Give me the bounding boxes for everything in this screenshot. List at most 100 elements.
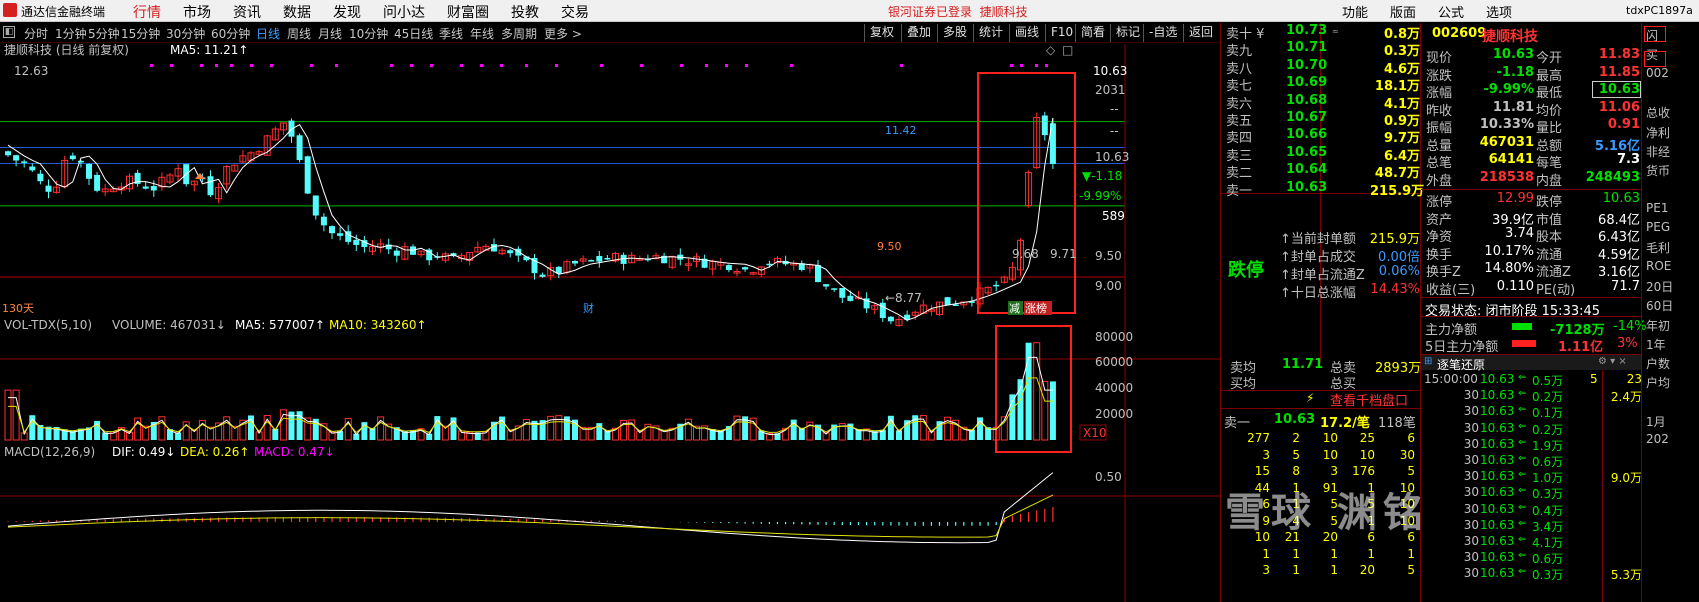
menu-6[interactable]: 财富圈 — [447, 2, 489, 22]
menu-right-1[interactable]: 版面 — [1390, 2, 1416, 21]
quote2-label-a-3: 换手 — [1426, 247, 1453, 263]
menu-3[interactable]: 数据 — [283, 2, 311, 22]
timeframe-10[interactable]: 45日线 — [394, 25, 433, 42]
event-marker-3 — [215, 64, 218, 67]
level-968-label: 9.68 — [1012, 247, 1039, 261]
menu-right-3[interactable]: 选项 — [1486, 2, 1512, 21]
tick-price-11: 10.63 — [1480, 550, 1515, 565]
candle-body — [823, 284, 830, 287]
level-950-label: 9.50 — [877, 240, 902, 253]
tag-zhangbang: 涨榜 — [1025, 301, 1047, 315]
vol-axis-label-1: 60000 — [1095, 355, 1133, 369]
menu-0[interactable]: 行情 — [133, 2, 161, 22]
tick-arrow-2: ⇐ — [1518, 404, 1527, 416]
far-label-12: ROE — [1646, 258, 1672, 273]
order-sell-name-4: 卖六 — [1226, 96, 1253, 112]
far-label-13: 20日 — [1646, 279, 1674, 294]
queue-cell-8-0: 3 — [1262, 563, 1270, 577]
toolbar-button-4[interactable]: 画线 — [1009, 24, 1044, 42]
tick-time-11: 30 — [1463, 550, 1479, 565]
window-icon: □ — [1062, 44, 1073, 57]
toolbar-button-7[interactable]: 标记 — [1110, 24, 1145, 42]
seal-label-3: ↑十日总涨幅 — [1280, 286, 1356, 301]
macd-dea-value: DEA: 0.26↑ — [180, 445, 249, 459]
queue-cell-7-1: 1 — [1292, 546, 1300, 561]
timeframe-2[interactable]: 5分钟 — [88, 25, 120, 42]
quote-label-b-4: 量比 — [1536, 121, 1563, 136]
quote-value-b-5: 5.16亿 — [1594, 138, 1640, 154]
toolbar-button-9[interactable]: 返回 — [1183, 24, 1218, 42]
candle-body — [831, 288, 838, 290]
tick-time-12: 30 — [1463, 566, 1479, 581]
quote-value-a-6: 64141 — [1488, 152, 1534, 167]
toolbar-button-2[interactable]: 多股 — [937, 24, 972, 42]
watermark: 雪球 渊铭 — [1225, 490, 1429, 536]
tick-vol-6: 1.0万 — [1532, 471, 1564, 486]
order-sell-vol-6: 9.7万 — [1383, 131, 1420, 147]
vol-value: VOLUME: 467031↓ — [112, 318, 226, 332]
finance-marker: 财 — [583, 301, 594, 315]
main5-bar — [1512, 340, 1536, 347]
menu-right-2[interactable]: 公式 — [1438, 2, 1464, 21]
timeframe-4[interactable]: 30分钟 — [166, 25, 205, 42]
menu-2[interactable]: 资讯 — [233, 2, 261, 22]
timeframe-13[interactable]: 多周期 — [501, 25, 537, 42]
quote-divider-3 — [1421, 316, 1641, 317]
timeframe-11[interactable]: 季线 — [439, 25, 463, 42]
timeframe-3[interactable]: 15分钟 — [121, 25, 160, 42]
timeframe-8[interactable]: 月线 — [318, 25, 342, 42]
candle-body — [815, 265, 821, 283]
toolbar-button-5[interactable]: F10 — [1045, 24, 1078, 42]
timeframe-12[interactable]: 年线 — [470, 25, 494, 42]
menu-4[interactable]: 发现 — [333, 2, 361, 22]
tick-count-0: 5 — [1590, 372, 1598, 386]
menu-7[interactable]: 投教 — [511, 2, 539, 22]
toolbar-button-8[interactable]: -自选 — [1143, 24, 1182, 42]
toolbar-button-3[interactable]: 统计 — [973, 24, 1008, 42]
far-label-6: 非经 — [1646, 144, 1671, 159]
quote2-value-a-1: 39.9亿 — [1492, 212, 1534, 228]
quote2-label-a-2: 净资 — [1426, 230, 1453, 245]
quote2-label-b-3: 流通 — [1536, 247, 1563, 263]
tick-vol-7: 0.3万 — [1532, 487, 1564, 502]
quote-value-a-0: 10.63 — [1492, 47, 1534, 62]
queue-cell-1-0: 3 — [1262, 447, 1270, 462]
vol-indicator-name: VOL-TDX(5,10) — [4, 318, 92, 332]
timeframe-5[interactable]: 60分钟 — [211, 25, 250, 42]
price-axis-label-2: -- — [1110, 102, 1119, 116]
tick-vol-2: 0.1万 — [1532, 406, 1564, 421]
view-qiandang-button[interactable]: 查看千档盘口 — [1330, 390, 1408, 409]
order-sell-vol-4: 4.1万 — [1383, 96, 1420, 112]
menu-right-0[interactable]: 功能 — [1342, 2, 1368, 21]
chart-menu-icon[interactable]: ◧ — [3, 26, 15, 38]
toolbar-button-0[interactable]: 复权 — [864, 24, 899, 42]
far-label-9: PE1 — [1646, 200, 1669, 215]
tick-price-9: 10.63 — [1480, 517, 1515, 532]
candle-body — [952, 304, 959, 306]
menu-5[interactable]: 问小达 — [383, 2, 425, 22]
tick-arrow-1: ⇐ — [1518, 388, 1527, 400]
tick-price-3: 10.63 — [1480, 420, 1515, 435]
event-marker-12 — [460, 64, 463, 67]
timeframe-14[interactable]: 更多 > — [544, 25, 582, 42]
quote2-value-b-1: 68.4亿 — [1598, 212, 1640, 228]
candle-body — [329, 226, 335, 234]
broker-status[interactable]: 银河证券已登录 捷顺科技 — [888, 3, 1028, 20]
toolbar-button-1[interactable]: 叠加 — [901, 24, 936, 42]
candle-body — [944, 297, 951, 306]
timeframe-6[interactable]: 日线 — [256, 25, 280, 42]
low-price-label: ←8.77 — [885, 291, 922, 305]
tick-price-0: 10.63 — [1480, 372, 1515, 386]
timeframe-1[interactable]: 1分钟 — [55, 25, 87, 42]
toolbar-button-6[interactable]: 简看 — [1075, 24, 1110, 42]
menu-8[interactable]: 交易 — [561, 2, 589, 22]
chart-area[interactable]: 捷顺科技 (日线 前复权) MA5: 11.21↑ 12.63 11.42 9.50 9.… — [0, 44, 1220, 602]
menu-1[interactable]: 市场 — [183, 2, 211, 22]
event-marker-18 — [640, 64, 643, 67]
timeframe-0[interactable]: 分时 — [24, 25, 48, 42]
timeframe-7[interactable]: 周线 — [287, 25, 311, 42]
dif-line — [7, 472, 1054, 544]
timeframe-9[interactable]: 10分钟 — [349, 25, 388, 42]
quote-value-b-1: 11.85 — [1598, 64, 1640, 80]
candle-body — [588, 260, 595, 262]
